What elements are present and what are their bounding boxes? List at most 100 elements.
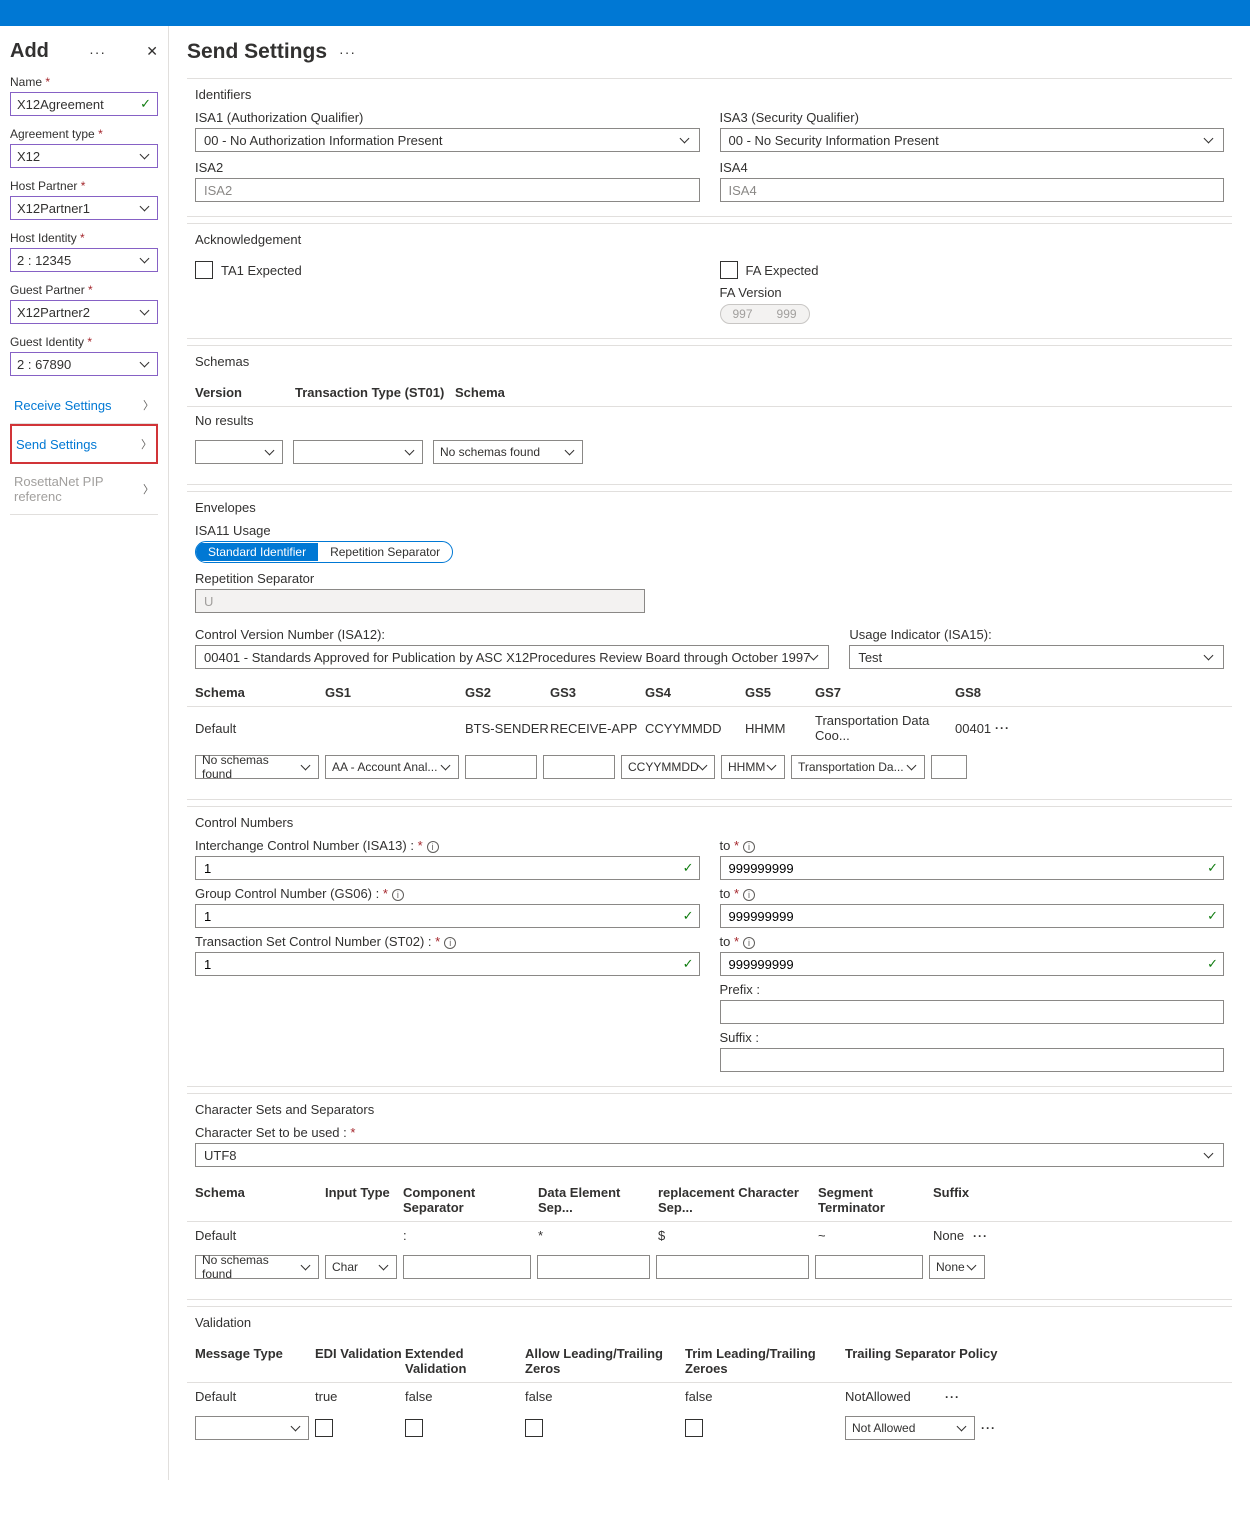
gcn-to-label: to *i — [720, 886, 1225, 901]
isa2-input[interactable] — [195, 178, 700, 202]
env-gs4-select[interactable]: CCYYMMDD — [621, 755, 715, 779]
page-more-icon[interactable]: ··· — [339, 44, 356, 60]
cs-schema-select[interactable]: No schemas found — [195, 1255, 319, 1279]
usage-select[interactable]: Test — [849, 645, 1224, 669]
top-bar — [0, 0, 1250, 26]
val-trail-select[interactable]: Not Allowed — [845, 1416, 975, 1440]
val-trim-checkbox[interactable] — [685, 1419, 703, 1437]
sidebar-more-icon[interactable]: ··· — [89, 44, 106, 60]
info-icon: i — [743, 937, 755, 949]
col-tt: Transaction Type (ST01) — [295, 385, 455, 400]
ack-heading: Acknowledgement — [187, 232, 1232, 247]
icn-from-input[interactable] — [195, 856, 700, 880]
validation-section: Validation Message Type EDI Validation E… — [187, 1306, 1232, 1460]
info-icon: i — [743, 841, 755, 853]
col-version: Version — [195, 385, 295, 400]
cs-suffix-select[interactable]: None — [929, 1255, 985, 1279]
icn-to-label: to *i — [720, 838, 1225, 853]
env-gs2-input[interactable] — [465, 755, 537, 779]
rep-sep-pill[interactable]: Repetition Separator — [318, 543, 452, 561]
suffix-input[interactable] — [720, 1048, 1225, 1072]
standard-id-pill[interactable]: Standard Identifier — [196, 543, 318, 561]
isa4-input[interactable] — [720, 178, 1225, 202]
nav-send-settings[interactable]: Send Settings〉 — [10, 424, 158, 464]
agreement-type-label: Agreement type * — [10, 127, 158, 141]
prefix-label: Prefix : — [720, 982, 1225, 997]
val-edit-more[interactable]: ··· — [981, 1421, 996, 1435]
sidebar-title: Add — [10, 40, 49, 63]
cs-label: Character Set to be used : * — [195, 1125, 1224, 1140]
identifiers-heading: Identifiers — [187, 87, 1232, 102]
ta1-checkbox[interactable] — [195, 261, 213, 279]
env-row-more[interactable]: ··· — [995, 721, 1010, 735]
info-icon: i — [392, 889, 404, 901]
val-ext-checkbox[interactable] — [405, 1419, 423, 1437]
nav-receive-settings[interactable]: Receive Settings〉 — [10, 387, 158, 424]
control-numbers-section: Control Numbers Interchange Control Numb… — [187, 806, 1232, 1087]
cs-repl-input[interactable] — [656, 1255, 809, 1279]
close-icon[interactable]: ✕ — [146, 43, 158, 60]
icn-label: Interchange Control Number (ISA13) : *i — [195, 838, 700, 853]
suffix-label: Suffix : — [720, 1030, 1225, 1045]
tscn-to-label: to *i — [720, 934, 1225, 949]
no-results-text: No results — [187, 407, 1232, 434]
tscn-from-input[interactable] — [195, 952, 700, 976]
env-gs8-input[interactable] — [931, 755, 967, 779]
fa-label: FA Expected — [746, 263, 819, 278]
cs-row-more[interactable]: ··· — [973, 1229, 988, 1243]
gcn-label: Group Control Number (GS06) : *i — [195, 886, 700, 901]
schema-select[interactable]: No schemas found — [433, 440, 583, 464]
charset-heading: Character Sets and Separators — [187, 1102, 1232, 1117]
guest-partner-label: Guest Partner * — [10, 283, 158, 297]
val-edi-checkbox[interactable] — [315, 1419, 333, 1437]
nav-rosettanet[interactable]: RosettaNet PIP referenc〉 — [10, 464, 158, 515]
fa-999-toggle[interactable]: 999 — [765, 305, 809, 323]
tscn-to-input[interactable] — [720, 952, 1225, 976]
env-gs7-select[interactable]: Transportation Da... — [791, 755, 925, 779]
cs-inputtype-select[interactable]: Char — [325, 1255, 397, 1279]
envelopes-heading: Envelopes — [187, 500, 1232, 515]
host-identity-select[interactable]: 2 : 12345 — [10, 248, 158, 272]
isa1-select[interactable]: 00 - No Authorization Information Presen… — [195, 128, 700, 152]
schema-version-select[interactable] — [195, 440, 283, 464]
guest-partner-select[interactable]: X12Partner2 — [10, 300, 158, 324]
cvn-label: Control Version Number (ISA12): — [195, 627, 829, 642]
fa-checkbox[interactable] — [720, 261, 738, 279]
cvn-select[interactable]: 00401 - Standards Approved for Publicati… — [195, 645, 829, 669]
cs-seg-input[interactable] — [815, 1255, 923, 1279]
validation-heading: Validation — [187, 1315, 1232, 1330]
val-mt-select[interactable] — [195, 1416, 309, 1440]
name-input[interactable]: X12Agreement✓ — [10, 92, 158, 116]
prefix-input[interactable] — [720, 1000, 1225, 1024]
isa2-label: ISA2 — [195, 160, 700, 175]
val-row-more[interactable]: ··· — [945, 1390, 960, 1404]
val-allow-checkbox[interactable] — [525, 1419, 543, 1437]
schema-tt-select[interactable] — [293, 440, 423, 464]
info-icon: i — [743, 889, 755, 901]
agreement-type-select[interactable]: X12 — [10, 144, 158, 168]
env-gs5-select[interactable]: HHMM — [721, 755, 785, 779]
fa-997-toggle[interactable]: 997 — [721, 305, 765, 323]
host-partner-select[interactable]: X12Partner1 — [10, 196, 158, 220]
cs-comp-input[interactable] — [403, 1255, 531, 1279]
info-icon: i — [427, 841, 439, 853]
schemas-section: Schemas Version Transaction Type (ST01) … — [187, 345, 1232, 485]
cs-select[interactable]: UTF8 — [195, 1143, 1224, 1167]
env-schema-select[interactable]: No schemas found — [195, 755, 319, 779]
sidebar: Add ··· ✕ Name * X12Agreement✓ Agreement… — [0, 26, 169, 1480]
icn-to-input[interactable] — [720, 856, 1225, 880]
envelopes-section: Envelopes ISA11 Usage Standard Identifie… — [187, 491, 1232, 800]
cs-data-input[interactable] — [537, 1255, 650, 1279]
env-gs1-select[interactable]: AA - Account Anal... — [325, 755, 459, 779]
col-schema: Schema — [455, 385, 505, 400]
isa11-toggle[interactable]: Standard Identifier Repetition Separator — [195, 541, 453, 563]
charset-section: Character Sets and Separators Character … — [187, 1093, 1232, 1300]
isa3-select[interactable]: 00 - No Security Information Present — [720, 128, 1225, 152]
schemas-heading: Schemas — [187, 354, 1232, 369]
guest-identity-select[interactable]: 2 : 67890 — [10, 352, 158, 376]
gcn-from-input[interactable] — [195, 904, 700, 928]
info-icon: i — [444, 937, 456, 949]
env-gs3-input[interactable] — [543, 755, 615, 779]
ctrl-heading: Control Numbers — [187, 815, 1232, 830]
gcn-to-input[interactable] — [720, 904, 1225, 928]
